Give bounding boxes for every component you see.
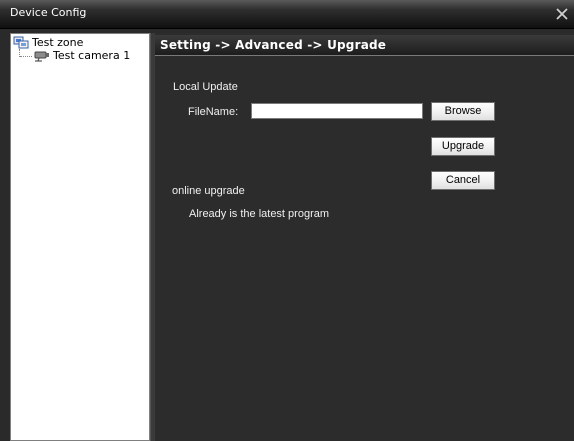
window-title: Device Config <box>10 6 87 19</box>
online-upgrade-heading: online upgrade <box>172 185 245 197</box>
upgrade-panel: Setting -> Advanced -> Upgrade Local Upd… <box>155 33 574 441</box>
browse-button[interactable]: Browse <box>431 102 495 121</box>
filename-input[interactable] <box>251 103 423 119</box>
device-config-window: Device Config Test zone Test camera 1 Se… <box>0 0 574 441</box>
tree-connector <box>20 56 32 57</box>
close-icon[interactable] <box>553 5 571 23</box>
device-tree[interactable]: Test zone Test camera 1 <box>10 33 150 441</box>
cancel-button[interactable]: Cancel <box>431 171 495 190</box>
tree-item-test-zone[interactable]: Test zone <box>13 36 83 49</box>
zone-icon <box>13 36 29 49</box>
camera-icon <box>33 50 51 62</box>
filename-label: FileName: <box>188 106 239 118</box>
local-update-heading: Local Update <box>173 81 238 93</box>
breadcrumb-bar: Setting -> Advanced -> Upgrade <box>155 35 574 56</box>
online-upgrade-status: Already is the latest program <box>189 208 330 220</box>
title-bar[interactable]: Device Config <box>0 0 574 29</box>
tree-root-label: Test zone <box>32 36 84 49</box>
tree-item-test-camera-1[interactable]: Test camera 1 <box>33 49 130 62</box>
tree-child-label: Test camera 1 <box>53 49 131 62</box>
upgrade-button[interactable]: Upgrade <box>431 137 495 156</box>
breadcrumb: Setting -> Advanced -> Upgrade <box>160 38 387 52</box>
